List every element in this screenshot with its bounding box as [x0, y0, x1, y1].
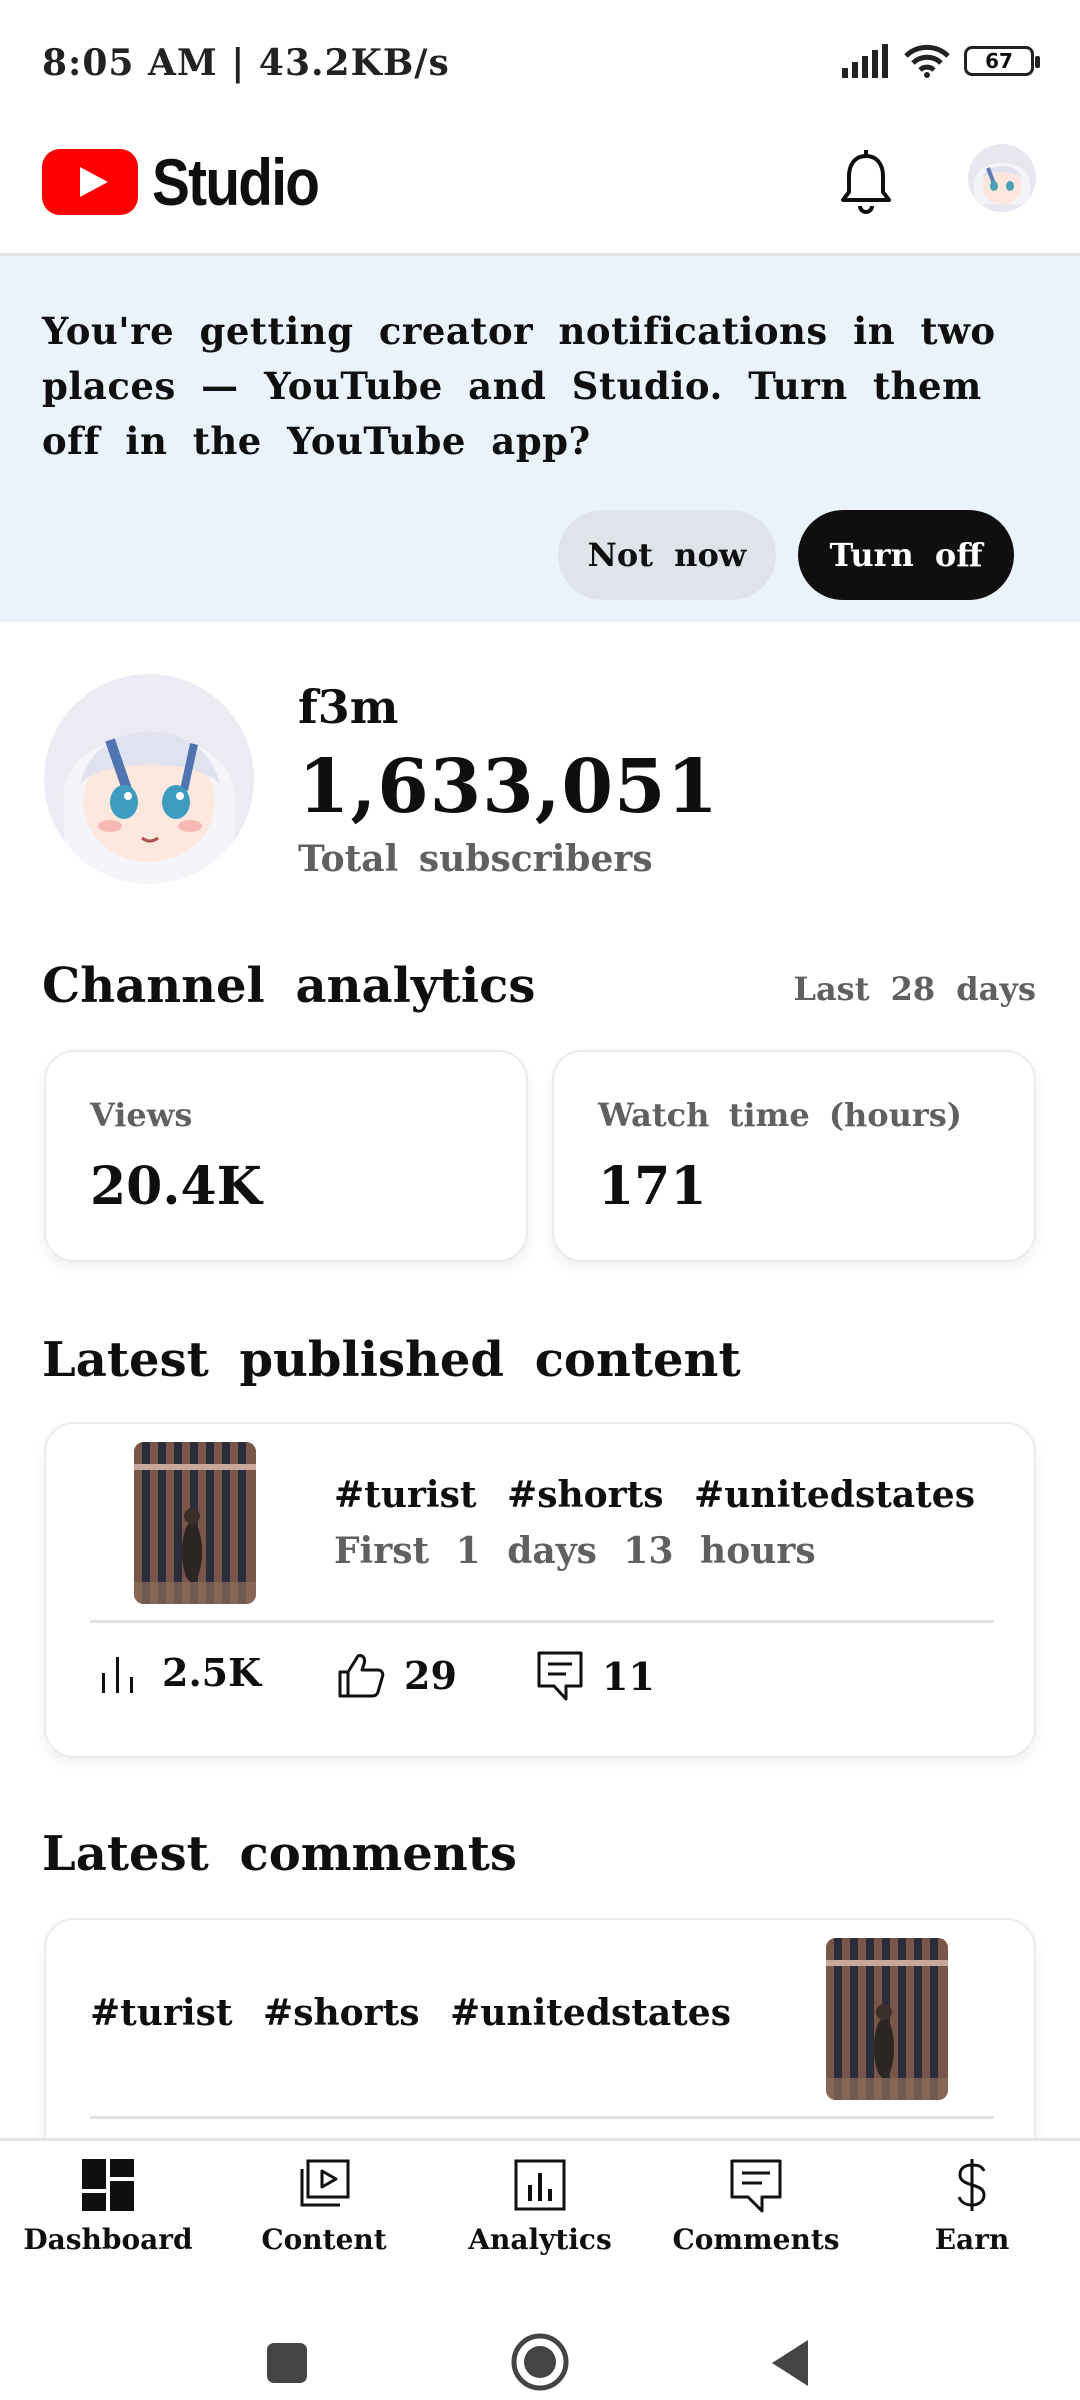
card-divider	[90, 2116, 994, 2119]
video-thumbnail[interactable]	[134, 1442, 256, 1604]
home-button[interactable]	[510, 2332, 570, 2392]
nav-label: Dashboard	[23, 2223, 193, 2256]
nav-label: Comments	[672, 2223, 840, 2256]
views-value: 20.4K	[90, 1156, 262, 1217]
video-thumbnail-image	[826, 1938, 948, 2100]
turn-off-button[interactable]: Turn off	[798, 510, 1014, 600]
watch-time-value: 171	[598, 1156, 707, 1217]
dollar-icon	[957, 2159, 986, 2211]
latest-content-title: Latest published content	[42, 1332, 741, 1388]
likes-count: 29	[404, 1652, 457, 1698]
notification-banner: You're getting creator notifications in …	[0, 256, 1080, 622]
video-age: First 1 days 13 hours	[334, 1530, 816, 1572]
comments-count: 11	[602, 1653, 655, 1699]
battery-level: 67	[985, 49, 1013, 73]
banner-message: You're getting creator notifications in …	[42, 309, 996, 463]
watch-time-label: Watch time (hours)	[598, 1096, 962, 1134]
views-label: Views	[90, 1096, 193, 1134]
watch-time-card[interactable]: Watch time (hours) 171	[552, 1050, 1036, 1262]
not-now-button[interactable]: Not now	[558, 510, 776, 600]
nav-content[interactable]: Content	[224, 2155, 424, 2256]
nav-comments[interactable]: Comments	[656, 2155, 856, 2256]
channel-analytics-title: Channel analytics	[42, 958, 536, 1014]
channel-name: f3m	[298, 680, 399, 734]
nav-label: Content	[261, 2223, 387, 2256]
status-icons: 67	[842, 44, 1040, 78]
bell-icon[interactable]	[838, 148, 894, 218]
nav-dashboard[interactable]: Dashboard	[8, 2155, 208, 2256]
youtube-studio-logo[interactable]: Studio	[42, 144, 345, 220]
account-avatar[interactable]	[968, 144, 1036, 212]
latest-content-card[interactable]: #turist #shorts #unitedstates First 1 da…	[44, 1422, 1036, 1758]
subscriber-label: Total subscribers	[298, 838, 653, 880]
analytics-range: Last 28 days	[793, 970, 1036, 1008]
bar-chart-icon	[102, 1656, 133, 1693]
channel-avatar[interactable]	[44, 674, 254, 884]
battery-icon: 67	[964, 46, 1040, 76]
status-time: 8:05 AM | 43.2KB/s	[42, 42, 450, 84]
analytics-icon	[514, 2159, 566, 2211]
back-button[interactable]	[768, 2338, 812, 2388]
anime-avatar-image	[968, 144, 1036, 212]
status-bar: 8:05 AM | 43.2KB/s 67	[0, 0, 1080, 126]
nav-analytics[interactable]: Analytics	[440, 2155, 640, 2256]
app-header: Studio	[0, 126, 1080, 256]
subscriber-count: 1,633,051	[298, 744, 719, 830]
comments-icon	[730, 2159, 782, 2213]
anime-avatar-image	[44, 674, 254, 884]
system-nav-bar	[0, 2314, 1080, 2400]
likes-metric: 29	[336, 1650, 457, 1700]
comment-video-thumbnail[interactable]	[826, 1938, 948, 2100]
comment-video-title: #turist #shorts #unitedstates	[90, 1992, 731, 2034]
latest-comments-title: Latest comments	[42, 1826, 517, 1882]
video-title: #turist #shorts #unitedstates	[334, 1474, 975, 1516]
thumbs-up-icon	[338, 1654, 385, 1698]
video-thumbnail-image	[134, 1442, 256, 1604]
comment-icon	[537, 1651, 583, 1701]
views-metric: 2.5K	[100, 1650, 261, 1695]
nav-label: Earn	[934, 2223, 1010, 2256]
card-divider	[90, 1620, 994, 1623]
nav-label: Analytics	[468, 2223, 612, 2256]
recent-apps-button[interactable]	[266, 2342, 308, 2384]
views-card[interactable]: Views 20.4K	[44, 1050, 528, 1262]
bottom-nav: Dashboard Content Analytics Comments Ear…	[0, 2138, 1080, 2314]
app-name: Studio	[152, 145, 320, 219]
views-count: 2.5K	[162, 1650, 262, 1695]
comments-metric: 11	[536, 1650, 655, 1702]
nav-earn[interactable]: Earn	[872, 2155, 1072, 2256]
content-icon	[300, 2159, 350, 2207]
youtube-play-icon	[42, 149, 138, 215]
signal-icon	[842, 44, 888, 78]
dashboard-icon	[82, 2159, 134, 2211]
wifi-icon	[904, 44, 950, 78]
